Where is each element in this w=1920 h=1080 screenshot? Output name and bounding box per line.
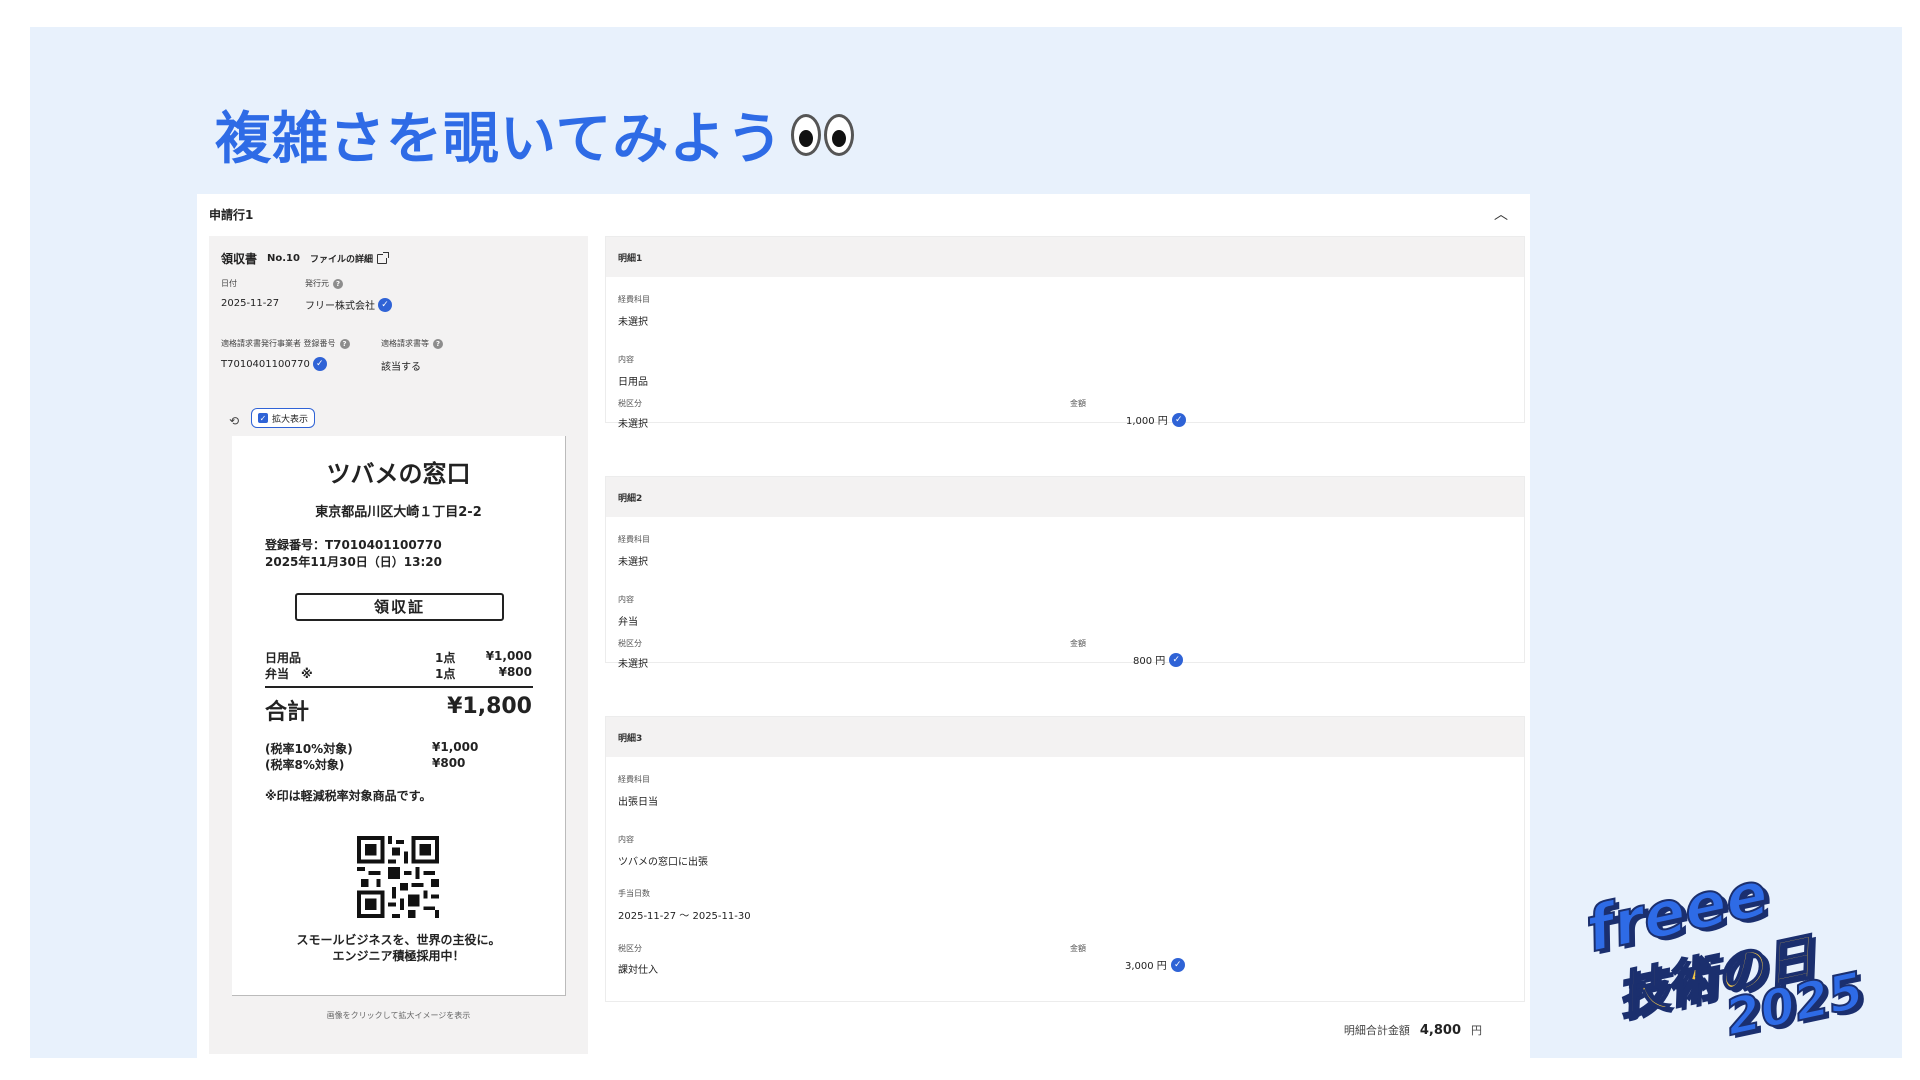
amount-label: 金額 <box>1070 944 1086 953</box>
receipt-divider <box>265 686 533 688</box>
content-value[interactable]: 日用品 <box>618 373 648 388</box>
receipt-line-price: ¥1,000 <box>485 649 532 663</box>
receipt-tax10-label: (税率10%対象) <box>265 742 353 756</box>
chevron-up-icon[interactable]: ︿ <box>1494 204 1508 224</box>
total-label: 明細合計金額 <box>1343 1024 1410 1037</box>
zoom-toggle[interactable]: ✓ 拡大表示 <box>251 408 316 428</box>
line-item-2: 明細2 経費科目 未選択 内容 弁当 税区分 未選択 金額 800 円 ✓ <box>605 476 1525 670</box>
help-icon[interactable]: ? <box>333 278 343 289</box>
document-number: No.10 <box>267 253 300 264</box>
amount-label: 金額 <box>1070 399 1086 408</box>
help-icon[interactable]: ? <box>433 338 443 349</box>
receipt-address: 東京都品川区大崎１丁目2-2 <box>315 505 482 520</box>
file-detail-label: ファイルの詳細 <box>309 255 373 265</box>
card-title: 申請行1 <box>209 207 254 222</box>
receipt-line-qty: 1点 <box>435 651 456 665</box>
receipt-line-qty: 1点 <box>435 667 456 681</box>
issuer-label: 発行元 ? <box>305 278 343 289</box>
content-value[interactable]: ツバメの窓口に出張 <box>618 853 708 868</box>
line-item-title: 明細3 <box>606 717 1524 757</box>
days-value[interactable]: 2025-11-27 〜 2025-11-30 <box>618 907 751 922</box>
zoom-label: 拡大表示 <box>272 414 309 425</box>
registration-label: 適格請求書発行事業者 登録番号 ? <box>221 338 350 349</box>
issuer-value: フリー株式会社 ✓ <box>305 297 392 312</box>
receipt-line-price: ¥800 <box>498 665 532 679</box>
line-item-title: 明細1 <box>606 237 1524 277</box>
receipt-line-name: 弁当 ※ <box>265 667 313 681</box>
line-item-title: 明細2 <box>606 477 1524 517</box>
account-value[interactable]: 出張日当 <box>618 793 658 808</box>
rotate-icon[interactable]: ⟲ <box>229 414 239 428</box>
date-value: 2025-11-27 <box>221 298 280 309</box>
file-detail-link[interactable]: ファイルの詳細 <box>309 251 389 265</box>
amount-value[interactable]: 800 円 ✓ <box>1133 652 1184 667</box>
items-total: 明細合計金額 4,800 円 <box>1344 1022 1482 1038</box>
eyes-icon <box>791 113 857 156</box>
card-header[interactable]: 申請行1 ︿ <box>197 194 1530 234</box>
account-value[interactable]: 未選択 <box>618 553 648 568</box>
total-unit: 円 <box>1471 1024 1482 1037</box>
tax-label: 税区分 <box>618 944 642 953</box>
content-label: 内容 <box>618 835 634 844</box>
account-label: 経費科目 <box>618 775 650 784</box>
amount-label: 金額 <box>1070 639 1086 648</box>
receipt-datetime: 2025年11月30日（日）13:20 <box>265 555 442 569</box>
account-label: 経費科目 <box>618 535 650 544</box>
tax-value[interactable]: 課対仕入 <box>618 961 658 976</box>
receipt-line-name: 日用品 <box>265 651 302 665</box>
receipt-tax8-value: ¥800 <box>432 756 466 770</box>
receipt-footer-1: スモールビジネスを、世界の主役に。 <box>296 933 501 947</box>
content-label: 内容 <box>618 595 634 604</box>
line-item-1: 明細1 経費科目 未選択 内容 日用品 税区分 未選択 金額 1,000 円 ✓ <box>605 236 1525 430</box>
qr-code-icon <box>357 836 439 918</box>
tax-value[interactable]: 未選択 <box>618 415 648 430</box>
slide-title-text: 複雑さを覗いてみよう <box>215 107 784 172</box>
account-label: 経費科目 <box>618 295 650 304</box>
document-panel: 領収書 No.10 ファイルの詳細 日付 2025-11-27 発行元 ? フリ… <box>209 236 588 1054</box>
line-item-3: 明細3 経費科目 出張日当 内容 ツバメの窓口に出張 手当日数 2025-11-… <box>605 716 1525 1002</box>
receipt-total-label: 合計 <box>265 700 310 725</box>
receipt-caption: 画像をクリックして拡大イメージを表示 <box>326 1011 471 1020</box>
tax-label: 税区分 <box>618 639 642 648</box>
tax-value[interactable]: 未選択 <box>618 655 648 670</box>
event-logo: freee 技術の日 2025 <box>1575 856 1895 1058</box>
receipt-image[interactable]: ツバメの窓口 東京都品川区大崎１丁目2-2 登録番号：T701040110077… <box>232 436 566 996</box>
receipt-stamp: 領収証 <box>295 593 504 621</box>
receipt-note: ※印は軽減税率対象商品です。 <box>265 789 432 803</box>
help-icon[interactable]: ? <box>339 338 350 349</box>
verified-check-icon: ✓ <box>1171 412 1186 427</box>
checkbox-checked-icon[interactable]: ✓ <box>258 413 268 423</box>
document-type: 領収書 <box>221 252 258 266</box>
invoice-label: 適格請求書等 ? <box>381 338 443 349</box>
content-value[interactable]: 弁当 <box>618 613 638 628</box>
amount-value[interactable]: 3,000 円 ✓ <box>1125 957 1185 972</box>
receipt-total-value: ¥1,800 <box>447 694 532 719</box>
slide-title: 複雑さを覗いてみよう <box>215 94 857 175</box>
amount-value[interactable]: 1,000 円 ✓ <box>1126 412 1186 427</box>
slide: 複雑さを覗いてみよう 申請行1 ︿ 領収書 No.10 ファイルの詳細 日付 2… <box>30 27 1902 1058</box>
content-label: 内容 <box>618 355 634 364</box>
tax-label: 税区分 <box>618 399 642 408</box>
receipt-shop: ツバメの窓口 <box>326 460 471 488</box>
total-value: 4,800 <box>1419 1023 1461 1038</box>
days-label: 手当日数 <box>618 889 650 898</box>
invoice-value: 該当する <box>381 362 421 373</box>
receipt-registration: 登録番号：T7010401100770 <box>265 538 442 552</box>
verified-check-icon: ✓ <box>1169 652 1184 667</box>
date-label: 日付 <box>221 279 237 288</box>
receipt-footer-2: エンジニア積極採用中！ <box>332 949 465 963</box>
receipt-tax10-value: ¥1,000 <box>432 740 479 754</box>
verified-check-icon: ✓ <box>1170 957 1185 972</box>
account-value[interactable]: 未選択 <box>618 313 648 328</box>
application-row-card: 申請行1 ︿ 領収書 No.10 ファイルの詳細 日付 2025-11-27 発… <box>197 194 1530 1058</box>
verified-check-icon: ✓ <box>378 297 392 312</box>
registration-value: T7010401100770 ✓ <box>221 357 327 371</box>
external-link-icon <box>377 251 389 264</box>
verified-check-icon: ✓ <box>312 357 327 371</box>
receipt-tax8-label: (税率8%対象) <box>265 758 345 772</box>
